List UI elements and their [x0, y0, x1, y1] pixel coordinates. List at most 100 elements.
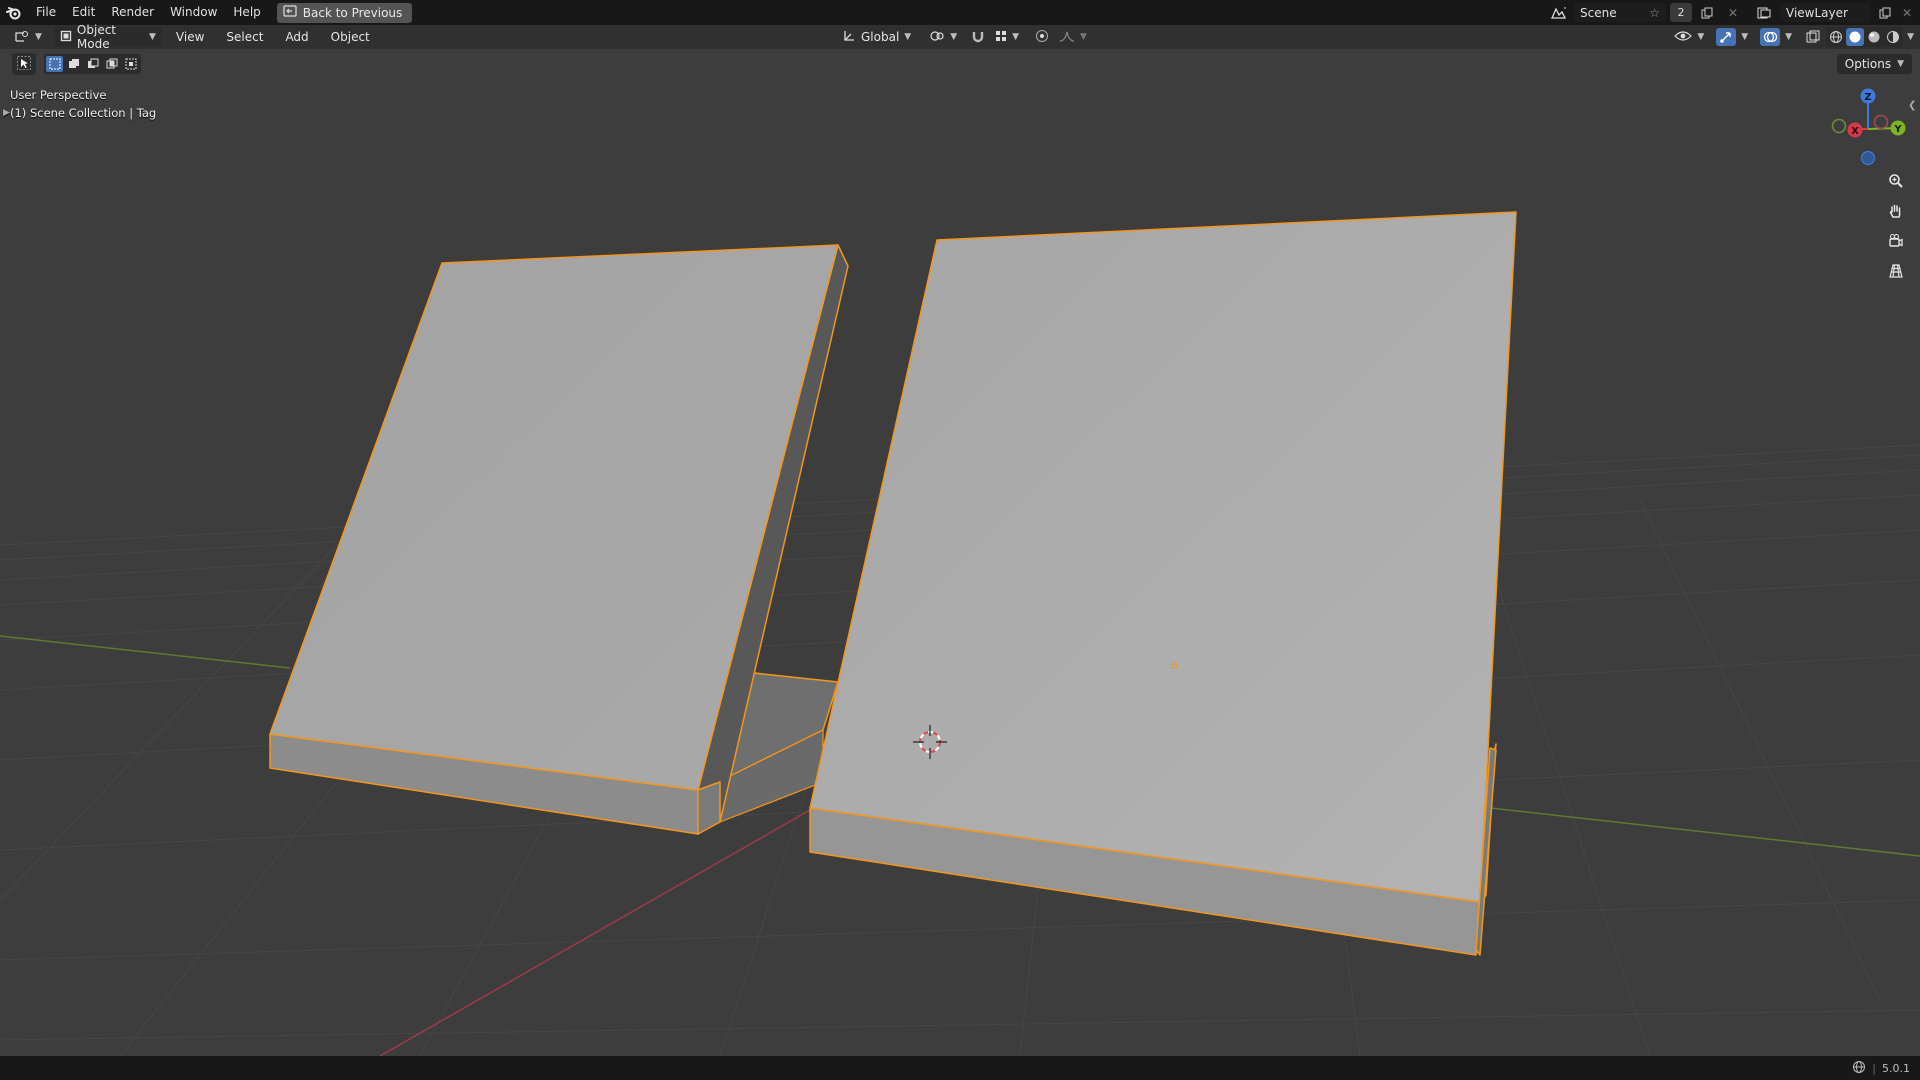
- navigation-gizmo[interactable]: Z Y X: [1820, 84, 1920, 168]
- zoom-view-button[interactable]: [1882, 168, 1910, 196]
- snap-increment-icon: [995, 30, 1007, 45]
- network-globe-icon[interactable]: [1852, 1060, 1866, 1077]
- gizmo-neg-y-handle[interactable]: [1831, 118, 1847, 134]
- scene-selector-icon[interactable]: [1548, 3, 1570, 22]
- back-to-previous-label: Back to Previous: [302, 5, 403, 20]
- overlays-icon: [1760, 28, 1781, 46]
- transform-controls: Global ▼ ▼ ▼ ▼: [836, 25, 1089, 49]
- 3d-viewport-canvas[interactable]: [0, 79, 1920, 1056]
- proportional-editing-toggle[interactable]: [1033, 27, 1051, 47]
- toggle-projection-button[interactable]: [1882, 258, 1910, 286]
- menu-help[interactable]: Help: [225, 0, 268, 25]
- tag-object-right[interactable]: [809, 211, 1517, 956]
- right-panel-top-face: [809, 211, 1517, 903]
- view-layer-label: ViewLayer: [1786, 5, 1848, 20]
- selection-mode-group: [44, 54, 141, 74]
- scene-users-count: 2: [1670, 3, 1692, 22]
- menu-select[interactable]: Select: [218, 25, 271, 49]
- view-layer-selector-icon[interactable]: [1754, 3, 1776, 22]
- menu-render[interactable]: Render: [103, 0, 162, 25]
- menu-view[interactable]: View: [168, 25, 212, 49]
- cursor-arrow-icon: [17, 55, 31, 73]
- falloff-curve-icon: [1059, 30, 1075, 45]
- scene-name-field[interactable]: Scene ☆: [1574, 3, 1666, 22]
- viewport-header: ▼ Object Mode ▼ View Select Add Object G…: [0, 23, 1920, 51]
- snap-toggle[interactable]: [969, 27, 987, 47]
- gizmo-neg-z-handle[interactable]: [1860, 150, 1876, 166]
- left-panel-front-side-face: [697, 781, 721, 835]
- blender-logo-icon[interactable]: [0, 0, 28, 25]
- material-preview-shading-icon[interactable]: [1865, 28, 1883, 46]
- view-layer-field[interactable]: ViewLayer: [1780, 3, 1870, 22]
- menu-file[interactable]: File: [28, 0, 64, 25]
- tag-object-left[interactable]: [269, 244, 849, 835]
- chevron-down-icon: ▼: [149, 32, 156, 42]
- status-bar: | 5.0.1: [0, 1056, 1920, 1080]
- camera-view-button[interactable]: [1882, 228, 1910, 256]
- status-divider: |: [1872, 1061, 1876, 1075]
- gizmo-toggle[interactable]: ▼: [1714, 27, 1750, 47]
- wireframe-shading-icon[interactable]: [1827, 28, 1845, 46]
- chevron-down-icon: ▼: [904, 32, 912, 42]
- perspective-grid-icon: [1888, 263, 1904, 282]
- delete-scene-icon[interactable]: ✕: [1722, 3, 1744, 22]
- intersect-selection-icon[interactable]: [122, 56, 139, 72]
- overlays-toggle[interactable]: ▼: [1758, 27, 1794, 47]
- 3d-viewport-icon: [14, 29, 30, 46]
- zoom-magnifier-icon: [1888, 173, 1904, 192]
- new-scene-icon[interactable]: [1696, 3, 1718, 22]
- chevron-down-icon: ▼: [1697, 32, 1705, 42]
- delete-view-layer-icon[interactable]: ✕: [1900, 3, 1914, 22]
- back-to-previous-button[interactable]: Back to Previous: [276, 2, 413, 23]
- gizmo-neg-x-handle[interactable]: [1873, 114, 1889, 130]
- chevron-down-icon: ▼: [1741, 32, 1749, 42]
- select-tool-button[interactable]: [12, 53, 36, 75]
- pin-icon[interactable]: ☆: [1649, 6, 1660, 20]
- viewport-display-controls: ▼ ▼ ▼ ▼: [1672, 25, 1914, 49]
- menu-edit[interactable]: Edit: [64, 0, 103, 25]
- pivot-point-dropdown[interactable]: ▼: [923, 27, 963, 47]
- menu-object[interactable]: Object: [323, 25, 378, 49]
- y-axis-line-right: [1489, 807, 1920, 857]
- x-axis-line: [379, 809, 811, 1056]
- object-mode-dropdown[interactable]: Object Mode ▼: [53, 23, 162, 51]
- gizmo-icon: [1716, 28, 1737, 46]
- active-collection-label: (1) Scene Collection | Tag: [10, 106, 157, 120]
- gizmo-x-label: X: [1851, 126, 1859, 137]
- xray-toggle-icon[interactable]: [1804, 28, 1822, 46]
- scene-name-label: Scene: [1580, 5, 1617, 20]
- transform-orientation-label: Global: [861, 30, 900, 44]
- editor-type-dropdown[interactable]: ▼: [8, 27, 48, 47]
- options-label: Options: [1844, 57, 1892, 71]
- set-new-selection-icon[interactable]: [46, 56, 63, 72]
- invert-selection-icon[interactable]: [103, 56, 120, 72]
- object-mode-icon: [60, 30, 72, 45]
- menu-add[interactable]: Add: [277, 25, 316, 49]
- pan-view-button[interactable]: [1882, 198, 1910, 226]
- rendered-shading-icon[interactable]: [1884, 28, 1902, 46]
- proportional-falloff-dropdown[interactable]: ▼: [1057, 27, 1089, 47]
- chevron-down-icon: ▼: [1785, 32, 1793, 42]
- chevron-down-icon: ▼: [950, 32, 958, 42]
- shading-mode-group: [1826, 27, 1904, 47]
- tool-settings-row: [0, 49, 1920, 79]
- menu-window[interactable]: Window: [162, 0, 225, 25]
- chevron-down-icon: ▼: [1012, 32, 1020, 42]
- eye-icon: [1674, 29, 1693, 46]
- options-dropdown[interactable]: Options ▼: [1836, 54, 1912, 74]
- subtract-selection-icon[interactable]: [84, 56, 101, 72]
- object-mode-label: Object Mode: [76, 23, 117, 51]
- expand-arrow-icon[interactable]: ▶: [3, 104, 10, 122]
- shading-options-chevron-icon[interactable]: ▼: [1907, 32, 1914, 42]
- snap-target-dropdown[interactable]: ▼: [993, 27, 1021, 47]
- chevron-down-icon: ▼: [35, 32, 42, 42]
- sidebar-toggle-chevron-icon[interactable]: ❮: [1908, 100, 1916, 111]
- solid-shading-icon[interactable]: [1846, 28, 1865, 46]
- gizmo-y-label: Y: [1893, 124, 1902, 135]
- topbar-right-group: Scene ☆ 2 ✕ ViewLayer ✕: [1548, 0, 1920, 25]
- object-visibility-dropdown[interactable]: ▼: [1672, 27, 1706, 47]
- new-view-layer-icon[interactable]: [1874, 3, 1896, 22]
- orientation-axes-icon: [842, 29, 856, 46]
- extend-selection-icon[interactable]: [65, 56, 82, 72]
- transform-orientation-dropdown[interactable]: Global ▼: [836, 27, 917, 47]
